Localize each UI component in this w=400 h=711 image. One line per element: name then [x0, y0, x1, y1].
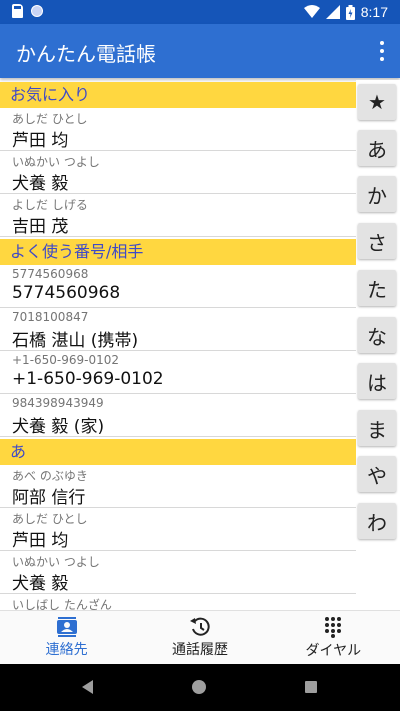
contact-name: 犬養 毅 [12, 174, 69, 194]
tab-history[interactable]: 通話履歴 [133, 611, 266, 664]
contact-row[interactable]: 5774560968 5774560968 [0, 265, 356, 308]
status-bar: 8:17 [0, 0, 400, 24]
wifi-icon [303, 5, 320, 18]
section-header-favorites: お気に入り [0, 82, 356, 108]
index-button-sa[interactable]: さ [358, 223, 396, 259]
battery-icon [345, 4, 355, 20]
system-nav-bar [0, 664, 400, 711]
contact-reading: よしだ しげる [12, 198, 88, 212]
contact-reading: いぬかい つよし [12, 555, 100, 569]
index-button-na[interactable]: な [358, 317, 396, 353]
contact-name: 芦田 均 [12, 531, 69, 551]
contact-name: 吉田 茂 [12, 217, 69, 237]
status-clock: 8:17 [360, 4, 388, 20]
recents-icon[interactable] [305, 681, 317, 693]
app-bar: かんたん電話帳 [0, 24, 400, 78]
contact-reading: 7018100847 [12, 310, 89, 324]
contact-row[interactable]: あしだ ひとし 芦田 均 [0, 508, 356, 551]
contact-name: +1-650-969-0102 [12, 369, 164, 389]
sync-dot-icon [31, 5, 43, 17]
contact-row[interactable]: いしばし たんざん [0, 594, 356, 610]
index-button-ya[interactable]: や [358, 456, 396, 492]
contact-row[interactable]: 7018100847 石橋 湛山 (携帯) [0, 308, 356, 351]
contact-name: 5774560968 [12, 283, 121, 303]
index-button-a[interactable]: あ [358, 130, 396, 166]
index-button-ha[interactable]: は [358, 363, 396, 399]
contact-reading: +1-650-969-0102 [12, 353, 120, 367]
signal-icon [325, 5, 340, 19]
overflow-menu-icon[interactable] [378, 41, 386, 61]
section-header-frequent: よく使う番号/相手 [0, 239, 356, 265]
contact-name: 犬養 毅 [12, 574, 69, 594]
index-button-favorites[interactable]: ★ [358, 84, 396, 120]
bottom-nav: 連絡先 通話履歴 ダイヤル [0, 610, 400, 664]
contact-reading: いぬかい つよし [12, 155, 100, 169]
contact-name: 石橋 湛山 (携帯) [12, 331, 139, 351]
index-button-ma[interactable]: ま [358, 410, 396, 446]
tab-label: ダイヤル [305, 642, 362, 659]
index-button-ka[interactable]: か [358, 176, 396, 212]
tab-label: 通話履歴 [171, 641, 228, 658]
contact-reading: あしだ ひとし [12, 512, 88, 526]
contact-row[interactable]: あべ のぶゆき 阿部 信行 [0, 465, 356, 508]
contact-reading: 984398943949 [12, 396, 104, 410]
contact-row[interactable]: いぬかい つよし 犬養 毅 [0, 151, 356, 194]
contacts-icon [56, 616, 77, 637]
contact-list[interactable]: お気に入り あしだ ひとし 芦田 均 いぬかい つよし 犬養 毅 よしだ しげる… [0, 80, 356, 610]
dialpad-icon [325, 616, 342, 638]
tab-contacts[interactable]: 連絡先 [0, 611, 133, 664]
section-header-a: あ [0, 439, 356, 465]
tab-dial[interactable]: ダイヤル [267, 611, 400, 664]
contact-row[interactable]: 984398943949 犬養 毅 (家) [0, 394, 356, 437]
contact-row[interactable]: +1-650-969-0102 +1-650-969-0102 [0, 351, 356, 394]
home-icon[interactable] [192, 680, 206, 694]
contact-row[interactable]: よしだ しげる 吉田 茂 [0, 194, 356, 237]
contact-name: 犬養 毅 (家) [12, 417, 105, 437]
contact-reading: あべ のぶゆき [12, 469, 88, 483]
contact-reading: 5774560968 [12, 267, 89, 281]
contact-row[interactable]: あしだ ひとし 芦田 均 [0, 108, 356, 151]
contact-name: 阿部 信行 [12, 488, 86, 508]
index-button-wa[interactable]: わ [358, 503, 396, 539]
sd-card-icon [12, 4, 23, 18]
tab-label: 連絡先 [45, 641, 88, 658]
back-icon[interactable] [82, 680, 93, 694]
contact-reading: あしだ ひとし [12, 112, 88, 126]
contact-row[interactable]: いぬかい つよし 犬養 毅 [0, 551, 356, 594]
index-bar: ★ あ か さ た な は ま や わ [356, 80, 400, 610]
contact-reading: いしばし たんざん [12, 598, 112, 610]
contact-name: 芦田 均 [12, 131, 69, 151]
app-title: かんたん電話帳 [16, 42, 156, 66]
history-icon [189, 617, 210, 636]
index-button-ta[interactable]: た [358, 270, 396, 306]
